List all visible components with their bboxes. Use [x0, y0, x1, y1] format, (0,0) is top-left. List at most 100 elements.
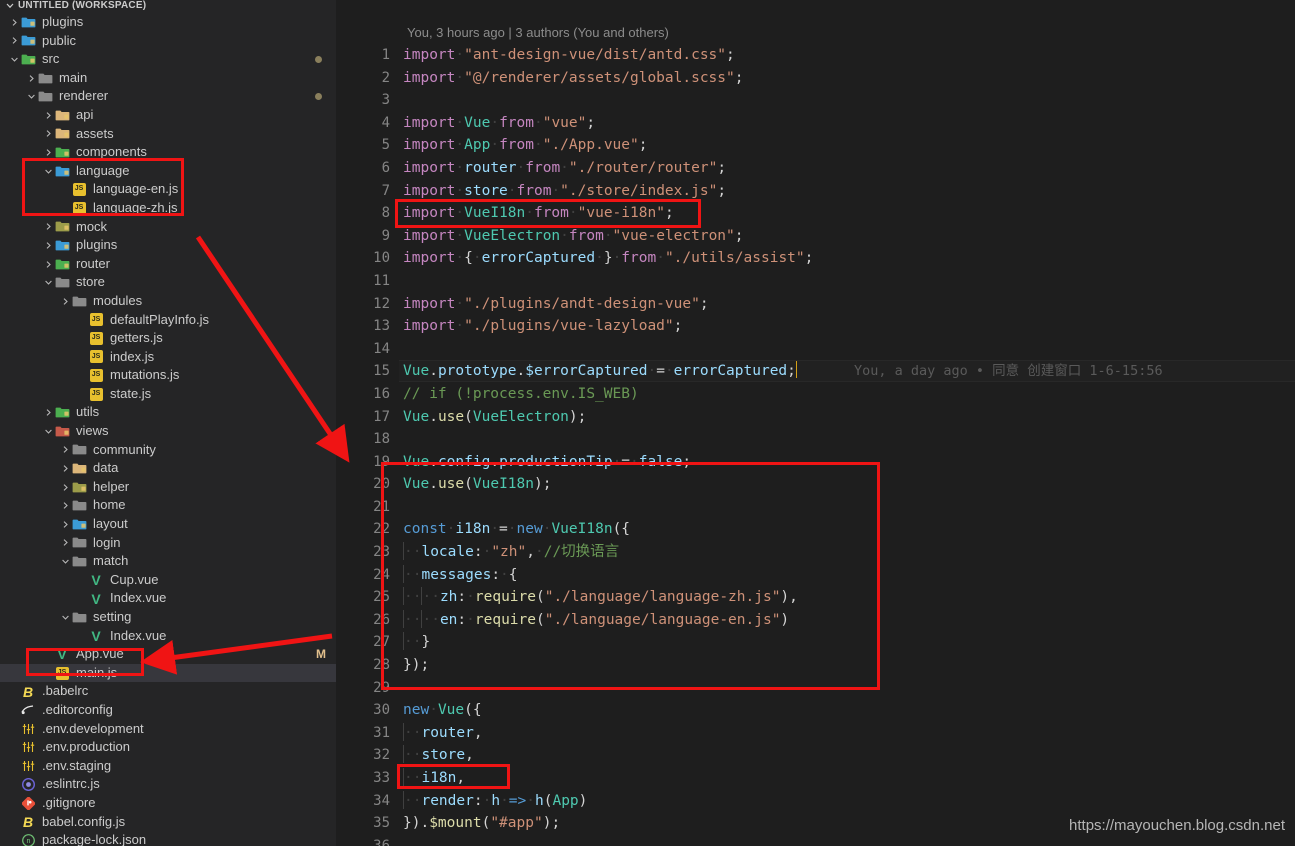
- code-line[interactable]: 18: [336, 428, 1295, 451]
- code-text[interactable]: Vue.use(VueI18n);: [403, 473, 551, 496]
- chevron-right-icon[interactable]: [59, 441, 71, 459]
- tree-item-match[interactable]: match: [0, 552, 336, 571]
- code-text[interactable]: ··locale:·"zh",·//切换语言: [403, 541, 619, 564]
- tree-item-language-zh-js[interactable]: JS language-zh.js: [0, 199, 336, 218]
- code-line[interactable]: 27 ··}: [336, 631, 1295, 654]
- code-line[interactable]: 24 ··messages:·{: [336, 564, 1295, 587]
- code-line[interactable]: 25 ····zh:·require("./language/language-z…: [336, 586, 1295, 609]
- tree-item-layout[interactable]: layout: [0, 515, 336, 534]
- tree-item-utils[interactable]: utils: [0, 403, 336, 422]
- code-line[interactable]: 31 ··router,: [336, 722, 1295, 745]
- code-line[interactable]: 20 Vue.use(VueI18n);: [336, 473, 1295, 496]
- file-tree[interactable]: plugins public src main renderer api assets com…: [0, 11, 336, 846]
- chevron-right-icon[interactable]: [8, 32, 20, 50]
- code-text[interactable]: }).$mount("#app");: [403, 812, 560, 835]
- code-line[interactable]: 32 ··store,: [336, 744, 1295, 767]
- chevron-right-icon[interactable]: [42, 404, 54, 422]
- code-text[interactable]: ··}: [403, 631, 430, 654]
- tree-item-index-vue[interactable]: V Index.vue: [0, 589, 336, 608]
- code-text[interactable]: import·"./plugins/andt-design-vue";: [403, 293, 709, 316]
- chevron-right-icon[interactable]: [25, 69, 37, 87]
- code-line[interactable]: 8 import·VueI18n·from·"vue-i18n";: [336, 202, 1295, 225]
- tree-item--gitignore[interactable]: .gitignore: [0, 794, 336, 813]
- code-line[interactable]: 1 import·"ant-design-vue/dist/antd.css";: [336, 44, 1295, 67]
- code-line[interactable]: 19 Vue.config.productionTip·=·false;: [336, 451, 1295, 474]
- tree-item-app-vue[interactable]: V App.vue M: [0, 645, 336, 664]
- chevron-right-icon[interactable]: [8, 13, 20, 31]
- chevron-down-icon[interactable]: [8, 50, 20, 68]
- chevron-right-icon[interactable]: [42, 125, 54, 143]
- chevron-down-icon[interactable]: [59, 553, 71, 571]
- chevron-down-icon[interactable]: [42, 162, 54, 180]
- tree-item-plugins[interactable]: plugins: [0, 236, 336, 255]
- code-text[interactable]: ··render:·h·=>·h(App): [403, 790, 587, 813]
- code-line[interactable]: 9 import·VueElectron·from·"vue-electron";: [336, 225, 1295, 248]
- code-text[interactable]: import·store·from·"./store/index.js";: [403, 180, 726, 203]
- code-text[interactable]: import·"./plugins/vue-lazyload";: [403, 315, 682, 338]
- code-line[interactable]: 29: [336, 677, 1295, 700]
- tree-item-plugins[interactable]: plugins: [0, 13, 336, 32]
- code-line[interactable]: 15 Vue.prototype.$errorCaptured·=·errorCa…: [336, 360, 1295, 383]
- chevron-down-icon[interactable]: [42, 422, 54, 440]
- tree-item-language-en-js[interactable]: JS language-en.js: [0, 180, 336, 199]
- tree-item-modules[interactable]: modules: [0, 292, 336, 311]
- tree-item--env-production[interactable]: .env.production: [0, 738, 336, 757]
- tree-item-index-js[interactable]: JS index.js: [0, 348, 336, 367]
- code-text[interactable]: Vue.prototype.$errorCaptured·=·errorCapt…: [403, 360, 798, 383]
- code-text[interactable]: import·"ant-design-vue/dist/antd.css";: [403, 44, 735, 67]
- code-line[interactable]: 21: [336, 496, 1295, 519]
- tree-item-package-lock-json[interactable]: n package-lock.json: [0, 831, 336, 846]
- workspace-title-bar[interactable]: UNTITLED (WORKSPACE): [0, 0, 336, 11]
- tree-item-getters-js[interactable]: JS getters.js: [0, 329, 336, 348]
- tree-item-components[interactable]: components: [0, 143, 336, 162]
- code-line[interactable]: 12 import·"./plugins/andt-design-vue";: [336, 293, 1295, 316]
- code-text[interactable]: // if (!process.env.IS_WEB): [403, 383, 639, 406]
- code-text[interactable]: const·i18n·=·new·VueI18n({: [403, 518, 630, 541]
- chevron-right-icon[interactable]: [42, 255, 54, 273]
- code-line[interactable]: 6 import·router·from·"./router/router";: [336, 157, 1295, 180]
- tree-item-babel-config-js[interactable]: Bbabel.config.js: [0, 813, 336, 832]
- code-text[interactable]: new·Vue({: [403, 699, 482, 722]
- code-text[interactable]: ··i18n,: [403, 767, 465, 790]
- code-text[interactable]: Vue.use(VueElectron);: [403, 406, 586, 429]
- chevron-right-icon[interactable]: [42, 106, 54, 124]
- code-text[interactable]: import·router·from·"./router/router";: [403, 157, 726, 180]
- chevron-right-icon[interactable]: [59, 497, 71, 515]
- code-line[interactable]: 34 ··render:·h·=>·h(App): [336, 790, 1295, 813]
- code-text[interactable]: import·VueElectron·from·"vue-electron";: [403, 225, 744, 248]
- code-content[interactable]: 1 import·"ant-design-vue/dist/antd.css"; 2…: [336, 44, 1295, 846]
- code-text[interactable]: });: [403, 654, 429, 677]
- code-line[interactable]: 3: [336, 89, 1295, 112]
- tree-item--eslintrc-js[interactable]: .eslintrc.js: [0, 775, 336, 794]
- tree-item--env-development[interactable]: .env.development: [0, 720, 336, 739]
- code-text[interactable]: import·"@/renderer/assets/global.scss";: [403, 67, 743, 90]
- chevron-right-icon[interactable]: [42, 236, 54, 254]
- code-text[interactable]: import·{·errorCaptured·}·from·"./utils/a…: [403, 247, 813, 270]
- tree-item-api[interactable]: api: [0, 106, 336, 125]
- tree-item--env-staging[interactable]: .env.staging: [0, 757, 336, 776]
- code-text[interactable]: import·Vue·from·"vue";: [403, 112, 595, 135]
- chevron-right-icon[interactable]: [59, 460, 71, 478]
- tree-item-src[interactable]: src: [0, 50, 336, 69]
- tree-item-main-js[interactable]: JS main.js: [0, 663, 336, 683]
- code-text[interactable]: import·App·from·"./App.vue";: [403, 134, 647, 157]
- tree-item-language[interactable]: language: [0, 162, 336, 181]
- tree-item-login[interactable]: login: [0, 534, 336, 553]
- tree-item-public[interactable]: public: [0, 32, 336, 51]
- tree-item-views[interactable]: views: [0, 422, 336, 441]
- code-line[interactable]: 23 ··locale:·"zh",·//切换语言: [336, 541, 1295, 564]
- code-line[interactable]: 13 import·"./plugins/vue-lazyload";: [336, 315, 1295, 338]
- code-text[interactable]: import·VueI18n·from·"vue-i18n";: [403, 202, 674, 225]
- tree-item-data[interactable]: data: [0, 459, 336, 478]
- code-line[interactable]: 30 new·Vue({: [336, 699, 1295, 722]
- chevron-right-icon[interactable]: [59, 534, 71, 552]
- tree-item-defaultplayinfo-js[interactable]: JS defaultPlayInfo.js: [0, 311, 336, 330]
- tree-item-setting[interactable]: setting: [0, 608, 336, 627]
- code-line[interactable]: 17 Vue.use(VueElectron);: [336, 406, 1295, 429]
- tree-item-renderer[interactable]: renderer: [0, 87, 336, 106]
- tree-item-home[interactable]: home: [0, 496, 336, 515]
- code-line[interactable]: 5 import·App·from·"./App.vue";: [336, 134, 1295, 157]
- tree-item-store[interactable]: store: [0, 273, 336, 292]
- chevron-down-icon[interactable]: [59, 608, 71, 626]
- chevron-right-icon[interactable]: [42, 218, 54, 236]
